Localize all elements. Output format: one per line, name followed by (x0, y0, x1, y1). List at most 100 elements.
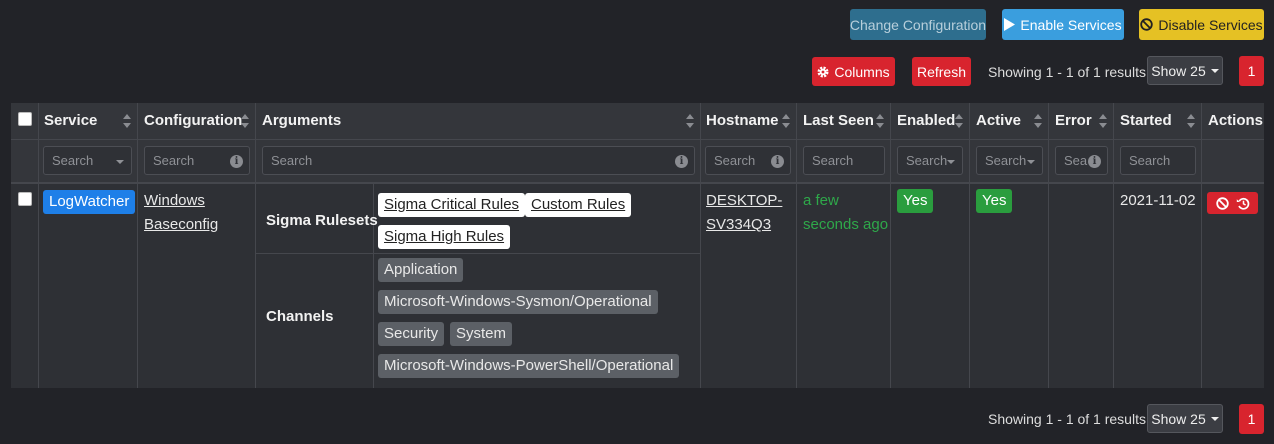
gear-icon (817, 66, 829, 77)
arguments-filter-input[interactable]: Search i (262, 146, 695, 175)
chevron-down-icon (116, 160, 124, 164)
sigma-ruleset-badge[interactable]: Sigma Critical Rules (378, 193, 526, 217)
ban-icon[interactable] (1215, 196, 1229, 210)
hostname-filter-placeholder: Search (714, 153, 756, 168)
columns-button[interactable]: Columns (812, 57, 895, 86)
column-header-error[interactable]: Error (1055, 112, 1092, 129)
divider (1113, 103, 1114, 388)
sort-icon[interactable] (1187, 114, 1195, 128)
error-filter-placeholder: Sea (1064, 153, 1088, 168)
divider (38, 103, 39, 388)
channel-badge: Security (378, 322, 445, 346)
last-seen-line: seconds ago (803, 216, 889, 233)
change-configuration-button[interactable]: Change Configuration (850, 9, 986, 40)
last-seen-value: a few seconds ago (803, 189, 888, 237)
sigma-ruleset-badge[interactable]: Custom Rules (525, 193, 632, 217)
column-header-configuration[interactable]: Configuration (144, 112, 242, 129)
caret-down-icon (1210, 68, 1219, 73)
results-summary: Showing 1 - 1 of 1 results (988, 64, 1146, 80)
channel-badge: Microsoft-Windows-Sysmon/Operational (378, 290, 658, 314)
sort-icon[interactable] (782, 114, 790, 128)
column-header-arguments[interactable]: Arguments (262, 112, 341, 129)
divider (255, 253, 700, 254)
sort-icon[interactable] (876, 114, 884, 128)
page-size-label: Show 25 (1151, 62, 1206, 79)
columns-label: Columns (834, 63, 890, 80)
sort-icon[interactable] (686, 114, 694, 128)
active-filter-placeholder: Search (985, 153, 1027, 168)
divider (11, 139, 1264, 140)
info-icon: i (771, 155, 784, 168)
sort-icon[interactable] (241, 114, 249, 128)
play-icon (1004, 18, 1016, 31)
active-badge: Yes (976, 189, 1013, 213)
chevron-down-icon (1027, 160, 1035, 164)
error-filter-input[interactable]: Sea i (1055, 146, 1108, 175)
enable-services-button[interactable]: Enable Services (1002, 9, 1124, 40)
enable-services-label: Enable Services (1020, 16, 1122, 33)
hostname-line: DESKTOP- (706, 192, 783, 209)
divider (796, 103, 797, 388)
history-icon[interactable] (1236, 197, 1250, 210)
divider (969, 103, 970, 388)
active-filter-select[interactable]: Search (976, 146, 1043, 175)
hostname-filter-input[interactable]: Search i (705, 146, 791, 175)
row-actions-group (1207, 192, 1258, 214)
column-header-enabled[interactable]: Enabled (897, 112, 955, 129)
disable-services-button[interactable]: Disable Services (1139, 9, 1264, 40)
channel-badge: System (450, 322, 513, 346)
sort-icon[interactable] (123, 114, 131, 128)
service-filter-select[interactable]: Search (43, 146, 132, 175)
divider (890, 103, 891, 388)
column-header-service[interactable]: Service (44, 112, 97, 129)
column-header-actions: Actions (1208, 112, 1264, 129)
sort-icon[interactable] (1099, 114, 1107, 128)
channel-badge: Microsoft-Windows-PowerShell/Operational (378, 354, 680, 378)
page-size-select[interactable]: Show 25 (1147, 56, 1223, 85)
divider (137, 103, 138, 388)
started-filter-input[interactable]: Search (1120, 146, 1196, 175)
row-checkbox[interactable] (18, 192, 32, 206)
enabled-filter-select[interactable]: Search (897, 146, 963, 175)
arguments-filter-placeholder: Search (271, 153, 313, 168)
page-number-button[interactable]: 1 (1239, 56, 1264, 86)
disable-services-label: Disable Services (1158, 16, 1263, 33)
configuration-filter-input[interactable]: Search i (144, 146, 250, 175)
divider (1048, 103, 1049, 388)
service-badge[interactable]: LogWatcher (43, 190, 136, 214)
info-icon: i (230, 155, 243, 168)
channel-badge: Application (378, 258, 464, 282)
column-header-started[interactable]: Started (1120, 112, 1172, 129)
configuration-line: Windows (144, 192, 205, 209)
info-icon: i (675, 155, 688, 168)
started-value: 2021-11-02 (1120, 192, 1196, 209)
column-header-last-seen[interactable]: Last Seen (803, 112, 874, 129)
enabled-badge: Yes (897, 189, 934, 213)
divider (700, 103, 701, 388)
last-seen-line: a few (803, 192, 839, 209)
configuration-link[interactable]: Windows Baseconfig (144, 189, 218, 237)
service-filter-placeholder: Search (52, 153, 94, 168)
select-all-checkbox[interactable] (18, 112, 32, 126)
results-summary: Showing 1 - 1 of 1 results (988, 411, 1146, 427)
hostname-link[interactable]: DESKTOP- SV334Q3 (706, 189, 782, 237)
page-size-select[interactable]: Show 25 (1147, 404, 1223, 433)
last-seen-filter-input[interactable]: Search (803, 146, 885, 175)
sort-icon[interactable] (1034, 114, 1042, 128)
services-table: Service Configuration Arguments Hostname… (11, 103, 1264, 388)
ban-icon (1140, 18, 1154, 31)
sigma-ruleset-badge[interactable]: Sigma High Rules (378, 225, 511, 249)
column-header-active[interactable]: Active (976, 112, 1021, 129)
divider (1201, 103, 1202, 388)
page-size-label: Show 25 (1151, 410, 1206, 427)
divider (11, 182, 1264, 184)
column-header-hostname[interactable]: Hostname (706, 112, 779, 129)
channels-label: Channels (266, 308, 334, 325)
page-number-button[interactable]: 1 (1239, 404, 1264, 434)
enabled-filter-placeholder: Search (906, 153, 948, 168)
configuration-line: Baseconfig (144, 216, 219, 233)
refresh-button[interactable]: Refresh (912, 57, 971, 86)
sigma-rulesets-label: Sigma Rulesets (266, 212, 378, 229)
chevron-down-icon (947, 160, 955, 164)
sort-icon[interactable] (955, 114, 963, 128)
